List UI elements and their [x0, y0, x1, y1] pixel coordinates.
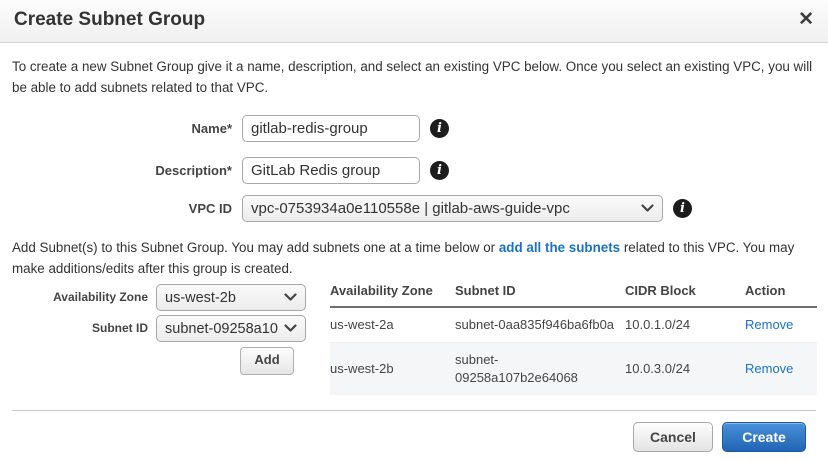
vpc-label: VPC ID: [0, 195, 232, 222]
cancel-button[interactable]: Cancel: [633, 422, 713, 452]
cell-cidr-block: 10.0.1.0/24: [625, 316, 745, 334]
chevron-down-icon: [284, 293, 297, 302]
table-row: us-west-2a subnet-0aa835f946ba6fb0a 10.0…: [330, 308, 817, 343]
info-icon[interactable]: i: [673, 199, 692, 218]
info-icon[interactable]: i: [430, 119, 449, 138]
vpc-select[interactable]: vpc-0753934a0e110558e | gitlab-aws-guide…: [242, 195, 663, 222]
column-header-subnet-id: Subnet ID: [455, 282, 625, 300]
subnet-id-label: Subnet ID: [0, 315, 148, 342]
cell-subnet-id: subnet-09258a107b2e64068: [455, 351, 625, 387]
subnets-table: Availability Zone Subnet ID CIDR Block A…: [330, 282, 817, 395]
subnets-table-header: Availability Zone Subnet ID CIDR Block A…: [330, 282, 817, 308]
subnet-id-select-value: subnet-09258a10: [165, 321, 278, 337]
dialog-header: Create Subnet Group ✕: [0, 0, 828, 43]
create-button[interactable]: Create: [722, 422, 806, 452]
table-row: us-west-2b subnet-09258a107b2e64068 10.0…: [330, 343, 817, 395]
name-row: Name* i: [0, 115, 828, 142]
vpc-select-value: vpc-0753934a0e110558e | gitlab-aws-guide…: [251, 200, 570, 217]
add-button[interactable]: Add: [240, 347, 294, 375]
column-header-availability-zone: Availability Zone: [330, 282, 455, 300]
create-subnet-group-dialog: Create Subnet Group ✕ To create a new Su…: [0, 0, 828, 462]
description-input[interactable]: [242, 157, 420, 184]
info-icon[interactable]: i: [430, 161, 449, 180]
availability-zone-select[interactable]: us-west-2b: [156, 284, 306, 311]
remove-link[interactable]: Remove: [745, 361, 793, 376]
availability-zone-label: Availability Zone: [0, 284, 148, 311]
name-input[interactable]: [242, 115, 420, 142]
close-icon[interactable]: ✕: [798, 8, 814, 32]
chevron-down-icon: [284, 324, 297, 333]
intro-text: To create a new Subnet Group give it a n…: [12, 56, 818, 98]
add-subnets-text-before: Add Subnet(s) to this Subnet Group. You …: [12, 240, 499, 255]
footer-divider: [12, 410, 816, 411]
chevron-down-icon: [641, 204, 654, 213]
subnet-id-select[interactable]: subnet-09258a10: [156, 315, 306, 342]
add-all-subnets-link[interactable]: add all the subnets: [499, 240, 620, 255]
cell-subnet-id: subnet-0aa835f946ba6fb0a: [455, 316, 625, 334]
cell-availability-zone: us-west-2a: [330, 316, 455, 334]
column-header-action: Action: [745, 282, 817, 300]
vpc-row: VPC ID vpc-0753934a0e110558e | gitlab-aw…: [0, 195, 828, 222]
dialog-title: Create Subnet Group: [14, 9, 205, 31]
remove-link[interactable]: Remove: [745, 317, 793, 332]
add-subnets-text: Add Subnet(s) to this Subnet Group. You …: [12, 237, 818, 279]
name-label: Name*: [0, 115, 232, 142]
description-row: Description* i: [0, 157, 828, 184]
availability-zone-select-value: us-west-2b: [165, 290, 236, 306]
cell-cidr-block: 10.0.3.0/24: [625, 360, 745, 378]
cell-availability-zone: us-west-2b: [330, 360, 455, 378]
description-label: Description*: [0, 157, 232, 184]
column-header-cidr-block: CIDR Block: [625, 282, 745, 300]
